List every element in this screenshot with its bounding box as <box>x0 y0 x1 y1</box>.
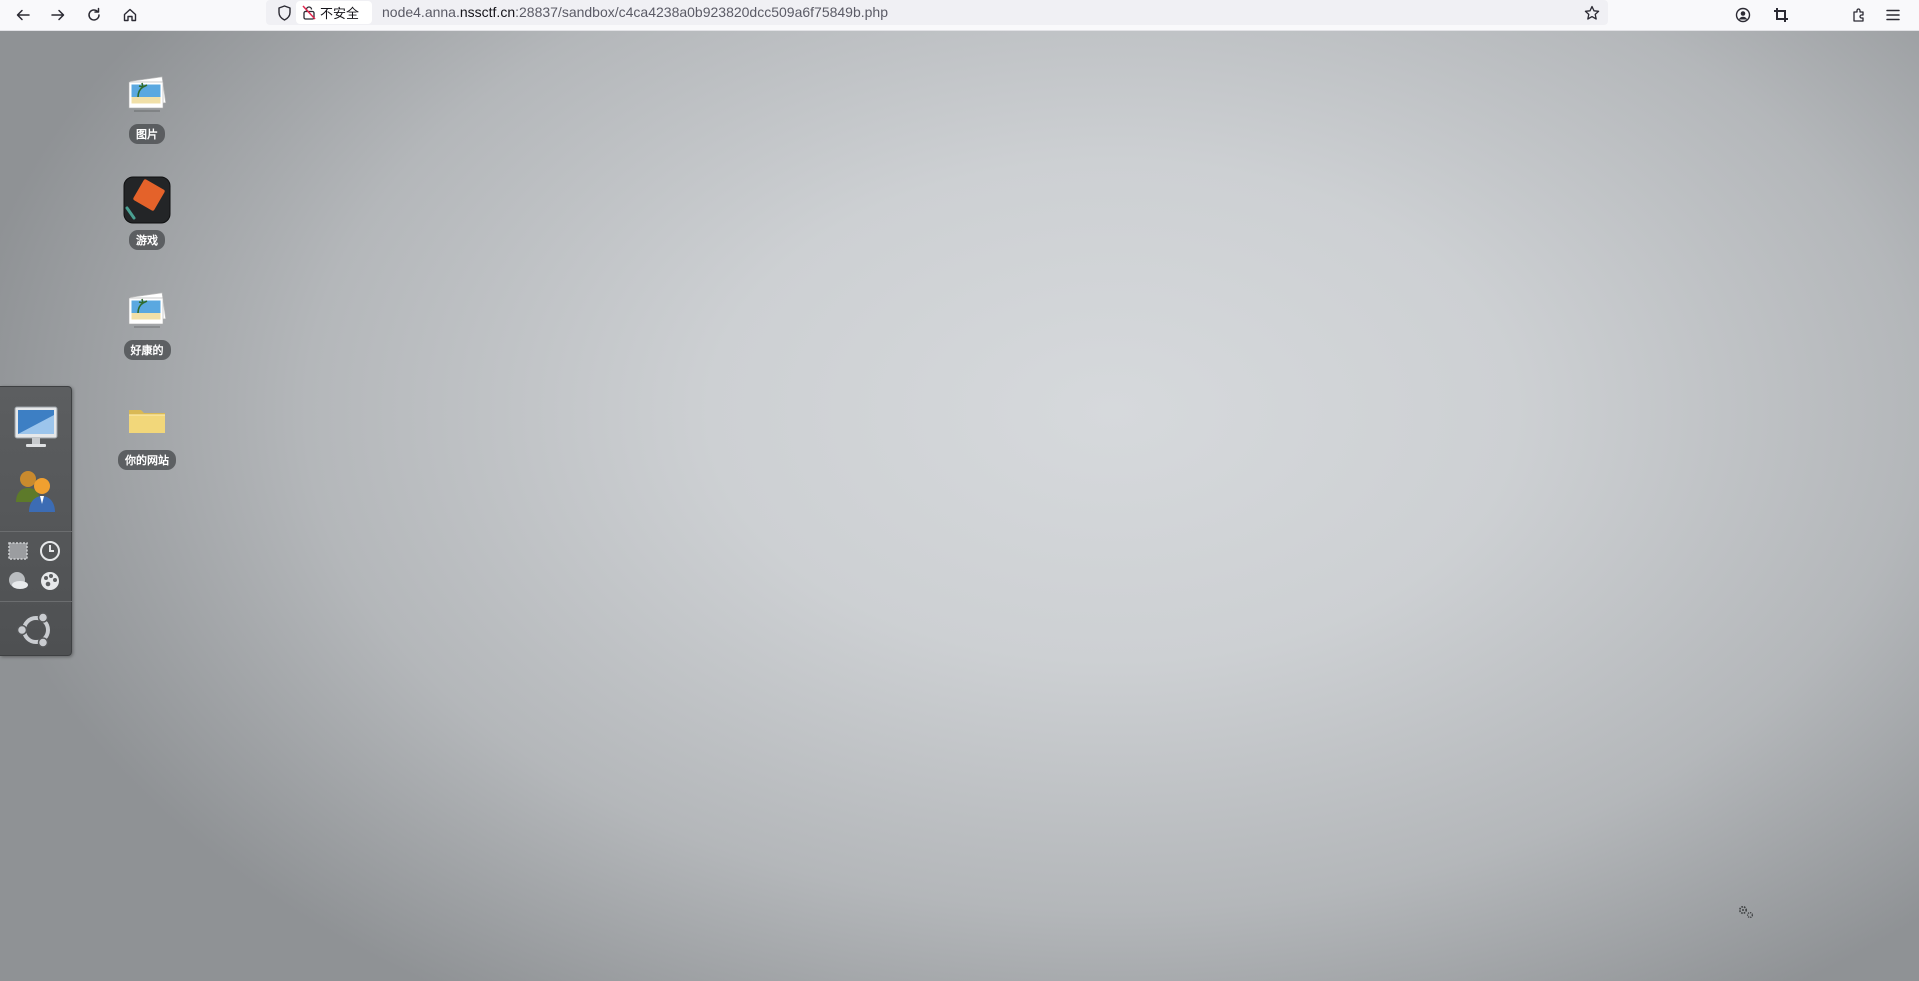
tracking-protection-button[interactable] <box>274 3 294 23</box>
ubuntu-logo-icon <box>16 612 50 648</box>
computer-icon <box>14 406 58 447</box>
game-icon <box>123 176 171 224</box>
dock-start-button[interactable] <box>14 609 58 651</box>
desktop[interactable]: 图片 游戏 好康的 你的网站 <box>0 31 1919 981</box>
shield-icon <box>277 5 291 21</box>
home-button[interactable] <box>117 3 143 27</box>
insecure-connection-button[interactable]: 不安全 <box>296 1 372 24</box>
desktop-icon-game[interactable]: 游戏 <box>102 175 192 250</box>
dock-palette-button[interactable] <box>38 569 62 593</box>
crop-icon <box>1774 8 1788 22</box>
bookmark-button[interactable] <box>1582 3 1602 23</box>
window-icon <box>8 542 28 560</box>
desktop-icon-label: 游戏 <box>129 230 165 250</box>
star-icon <box>1584 5 1600 20</box>
dock-computer-button[interactable] <box>12 403 60 451</box>
puzzle-icon <box>1853 8 1864 22</box>
forward-button[interactable] <box>45 3 71 27</box>
palette-icon <box>41 572 59 590</box>
dock-weather-button[interactable] <box>6 569 30 593</box>
clock-icon <box>40 541 60 561</box>
desktop-icon-photos[interactable]: 图片 <box>102 69 192 144</box>
broken-lock-icon <box>302 5 316 20</box>
settings-gears-icon <box>1738 905 1754 919</box>
screenshot-button[interactable] <box>1768 3 1794 27</box>
arrow-right-icon <box>51 9 65 21</box>
weather-icon <box>9 572 28 589</box>
dock-clock-button[interactable] <box>38 539 62 563</box>
desktop-icon-folder[interactable]: 你的网站 <box>102 395 192 470</box>
reload-button[interactable] <box>81 3 107 27</box>
folder-icon <box>129 410 165 433</box>
extensions-button[interactable] <box>1846 3 1872 27</box>
url-text[interactable]: node4.anna.nssctf.cn:28837/sandbox/c4ca4… <box>382 2 888 22</box>
url-prefix: node4.anna. <box>382 4 460 20</box>
home-icon <box>123 8 137 22</box>
desktop-icon-label: 好康的 <box>123 340 171 360</box>
desktop-icon-label: 图片 <box>129 124 165 144</box>
url-bar[interactable]: 不安全 node4.anna.nssctf.cn:28837/sandbox/c… <box>266 0 1608 25</box>
account-button[interactable] <box>1730 3 1756 27</box>
photos-icon <box>128 76 166 112</box>
arrow-left-icon <box>16 9 30 21</box>
browser-toolbar: 不安全 node4.anna.nssctf.cn:28837/sandbox/c… <box>0 0 1919 31</box>
dock <box>0 386 72 656</box>
dock-users-button[interactable] <box>12 467 60 515</box>
photos-icon <box>128 292 166 328</box>
desktop-icon-photos-2[interactable]: 好康的 <box>102 285 192 360</box>
hamburger-icon <box>1886 9 1900 21</box>
insecure-label: 不安全 <box>320 7 360 22</box>
dock-window-button[interactable] <box>6 539 30 563</box>
reload-icon <box>88 7 100 21</box>
app-menu-button[interactable] <box>1880 3 1906 27</box>
url-path: :28837/sandbox/c4ca4238a0b923820dcc509a6… <box>515 4 889 20</box>
account-icon <box>1735 7 1751 23</box>
users-icon <box>16 471 55 512</box>
url-domain: nssctf.cn <box>459 4 516 20</box>
back-button[interactable] <box>10 3 36 27</box>
desktop-icon-label: 你的网站 <box>118 450 176 470</box>
tray-settings-button[interactable] <box>1736 904 1758 922</box>
